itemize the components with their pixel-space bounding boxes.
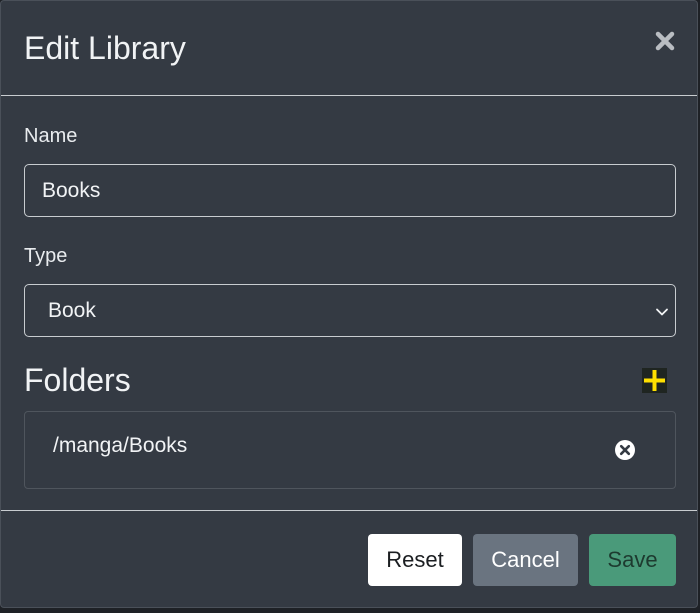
- modal-title: Edit Library: [24, 30, 186, 66]
- modal-footer: Reset Cancel Save: [1, 510, 697, 609]
- reset-button[interactable]: Reset: [368, 534, 462, 586]
- name-label: Name: [24, 125, 78, 147]
- folder-list: /manga/Books: [24, 411, 676, 489]
- close-button[interactable]: [653, 29, 677, 53]
- plus-icon: [644, 370, 665, 391]
- folder-path: /manga/Books: [53, 434, 188, 457]
- chevron-down-icon: [656, 308, 668, 316]
- remove-folder-button[interactable]: [614, 439, 636, 461]
- type-label: Type: [24, 245, 68, 267]
- modal-header: Edit Library: [1, 1, 697, 96]
- type-selected-value: Book: [48, 299, 96, 322]
- save-button[interactable]: Save: [589, 534, 676, 586]
- add-folder-button[interactable]: [642, 368, 667, 393]
- remove-circle-icon: [615, 440, 635, 460]
- cancel-button[interactable]: Cancel: [473, 534, 578, 586]
- name-input[interactable]: [24, 164, 676, 217]
- folders-title: Folders: [24, 362, 131, 398]
- type-select[interactable]: Book: [24, 284, 676, 337]
- edit-library-dialog: Edit Library Name Type Book Folders /man…: [0, 0, 698, 608]
- close-icon: [655, 31, 675, 51]
